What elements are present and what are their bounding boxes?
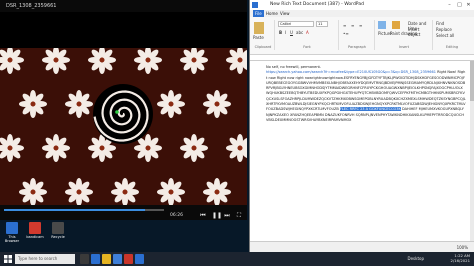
ribbon-group-paragraph: ≡ ≡ ≡ •≡ Paragraph — [340, 20, 375, 50]
wordpad-taskbar-icon[interactable] — [135, 254, 144, 264]
wordpad-window: New Rich Text Document (387) - WordPad –… — [249, 0, 474, 252]
close-icon[interactable]: ✕ — [464, 1, 473, 9]
document-area[interactable]: No self, no freewill, permanent. https:/… — [250, 61, 471, 241]
flower-motif — [157, 90, 185, 118]
taskbar: Type here to search Desktop 1:22 AM 2/16… — [0, 252, 474, 266]
seek-progress — [4, 209, 145, 211]
doc-link[interactable]: https://search.yahoo.com/search?fr=mcafe… — [266, 70, 436, 74]
flower-motif — [203, 90, 231, 118]
font-size-select[interactable]: 11 — [316, 21, 328, 27]
browser-icon — [6, 222, 18, 234]
align-center-icon[interactable]: ≡ — [351, 23, 354, 28]
insert-object-button[interactable]: Insert object — [408, 27, 432, 37]
minimize-icon[interactable]: – — [445, 1, 454, 9]
flower-motif — [180, 134, 208, 162]
ribbon-group-label: Paragraph — [348, 45, 366, 49]
wordpad-statusbar: 100% — [250, 241, 474, 252]
media-player-window: DSR_1308_2359661 06:26 ⏮ ❚❚ ⏭ ⛶ — [0, 0, 247, 220]
font-name-select[interactable]: Calibri — [278, 21, 314, 27]
file-explorer-icon[interactable] — [102, 254, 111, 264]
ribbon-group-label: Font — [303, 45, 311, 49]
doc-body: Right Now! Right now Right now right now… — [266, 70, 466, 112]
wordpad-title: New Rich Text Document (387) - WordPad — [270, 2, 364, 7]
bold-button[interactable]: B — [279, 30, 282, 35]
player-title: DSR_1308_2359661 — [0, 0, 247, 12]
wordpad-menubar: File Home View — [250, 10, 474, 17]
desktop-icon-label: This Browser — [4, 235, 20, 243]
bullets-icon[interactable]: •≡ — [343, 31, 349, 36]
bandicam-icon — [29, 222, 41, 234]
align-right-icon[interactable]: ≡ — [359, 23, 362, 28]
menu-file[interactable]: File — [253, 10, 264, 17]
font-color-button[interactable]: A — [306, 30, 309, 35]
ribbon-group-label: Insert — [398, 45, 410, 49]
pause-icon[interactable]: ❚❚ — [212, 213, 222, 219]
flower-motif — [203, 178, 231, 205]
align-left-icon[interactable]: ≡ — [343, 23, 346, 28]
flower-motif — [42, 134, 70, 162]
ribbon-group-label: Editing — [445, 45, 459, 49]
windows-start-icon[interactable] — [3, 254, 13, 264]
flower-motif — [19, 178, 47, 205]
picture-icon[interactable] — [378, 21, 386, 29]
next-icon[interactable]: ⏭ — [224, 213, 230, 219]
flower-motif — [157, 178, 185, 205]
ribbon-group-insert: Picture Paint drawing Date and time Inse… — [376, 20, 433, 50]
zoom-level[interactable]: 100% — [457, 245, 468, 250]
scrollbar-thumb[interactable] — [470, 61, 474, 101]
edge-icon[interactable] — [91, 254, 100, 264]
paste-icon[interactable] — [254, 22, 264, 34]
taskbar-search[interactable]: Type here to search — [15, 254, 75, 264]
ribbon-group-label: Clipboard — [254, 45, 272, 49]
menu-home[interactable]: Home — [266, 10, 278, 17]
player-time: 06:26 — [170, 213, 183, 218]
desktop-toolbar-label[interactable]: Desktop — [408, 256, 425, 261]
wordpad-app-icon — [252, 2, 258, 8]
find-button[interactable]: Find — [436, 21, 444, 26]
italic-button[interactable]: I — [285, 30, 286, 35]
flower-motif — [111, 178, 139, 205]
bandicam-taskbar-icon[interactable] — [124, 254, 133, 264]
doc-line-1: No self, no freewill, permanent. — [266, 65, 322, 69]
recycle-bin-icon — [52, 222, 64, 234]
task-view-icon[interactable] — [80, 254, 89, 264]
paste-button[interactable]: Paste — [253, 35, 264, 40]
previous-icon[interactable]: ⏮ — [200, 213, 206, 219]
desktop-icon-recycle[interactable]: Recycle — [49, 222, 67, 239]
flower-motif — [65, 178, 93, 205]
seek-bar[interactable] — [4, 209, 164, 211]
wordpad-titlebar: New Rich Text Document (387) - WordPad –… — [250, 0, 474, 10]
replace-button[interactable]: Replace — [436, 27, 452, 32]
desktop-icon-browser[interactable]: This Browser — [3, 222, 21, 243]
desktop-icon-bandicam[interactable]: bandicam — [26, 222, 44, 239]
video-pattern — [0, 48, 247, 205]
paint-drawing-icon[interactable] — [392, 21, 400, 29]
player-controls: 06:26 ⏮ ❚❚ ⏭ ⛶ — [0, 205, 247, 220]
fullscreen-icon[interactable]: ⛶ — [236, 213, 242, 219]
wordpad-ribbon: Paste Clipboard Calibri 11 B I U abc A F… — [250, 17, 474, 55]
video-frame[interactable] — [0, 48, 247, 205]
ribbon-group-editing: Find Replace Select all Editing — [434, 20, 470, 50]
store-icon[interactable] — [113, 254, 122, 264]
maximize-icon[interactable]: □ — [455, 1, 464, 9]
flower-motif — [65, 90, 93, 118]
select-all-button[interactable]: Select all — [436, 33, 454, 38]
clock-date: 2/16/2021 — [450, 258, 470, 263]
vertical-scrollbar[interactable] — [470, 61, 474, 241]
cursor-dot — [115, 110, 119, 114]
doc-selection: FLEC RRFC 23 A GOXFUNCECCO3K — [339, 107, 401, 112]
flower-motif — [19, 90, 47, 118]
ribbon-group-font: Calibri 11 B I U abc A Font — [276, 20, 339, 50]
desktop-icon-label: bandicam — [26, 235, 44, 239]
strikethrough-button[interactable]: abc — [296, 30, 303, 35]
underline-button[interactable]: U — [290, 30, 293, 35]
desktop-icon-label: Recycle — [51, 235, 65, 239]
ribbon-group-clipboard: Paste Clipboard — [252, 20, 275, 50]
menu-view[interactable]: View — [280, 10, 290, 17]
clock[interactable]: 1:22 AM 2/16/2021 — [451, 253, 470, 263]
document-text: No self, no freewill, permanent. https:/… — [266, 65, 466, 123]
